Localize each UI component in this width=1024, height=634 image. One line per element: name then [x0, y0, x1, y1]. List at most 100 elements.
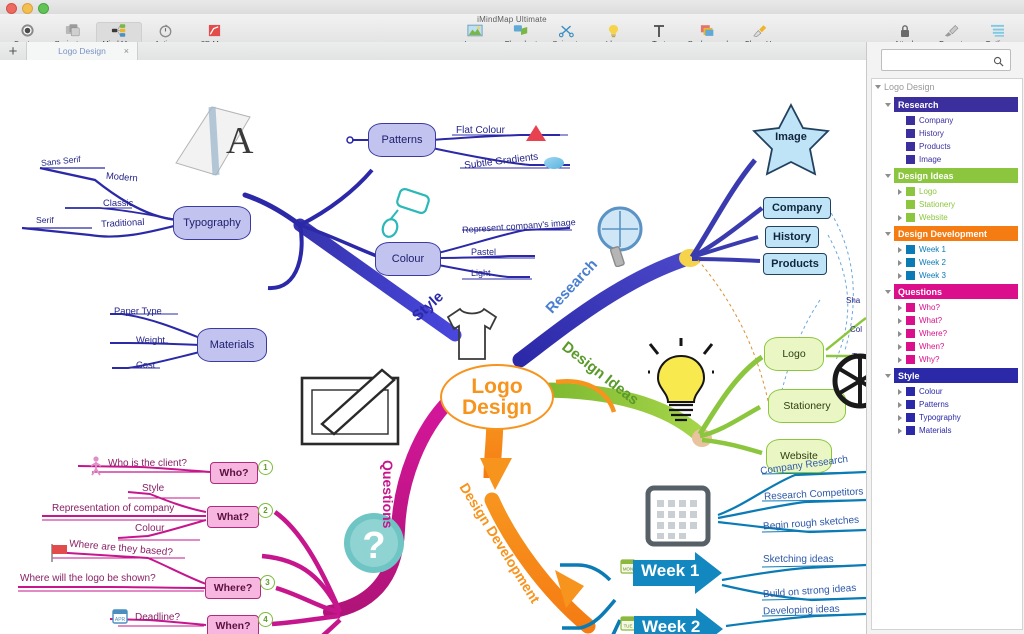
close-window-button[interactable] [6, 3, 17, 14]
outline-item-colour-swatch [906, 155, 915, 164]
outline-item-why[interactable]: Why? [872, 353, 1022, 366]
chevron-right-icon[interactable] [894, 330, 906, 337]
outline-item-who[interactable]: Who? [872, 301, 1022, 314]
outline-root-label: Logo Design [884, 82, 935, 92]
outline-item-colour-swatch [906, 187, 915, 196]
clean-up-brush-icon [752, 23, 768, 38]
chevron-down-icon[interactable] [882, 231, 894, 236]
node-label: Patterns [381, 134, 423, 146]
outline-item-week-2[interactable]: Week 2 [872, 256, 1022, 269]
mindmap-canvas[interactable]: A ? APR MON TUE Logo Design Style Resear… [0, 60, 866, 634]
chevron-down-icon[interactable] [882, 373, 894, 378]
outline-item-colour[interactable]: Colour [872, 385, 1022, 398]
chevron-right-icon[interactable] [894, 414, 906, 421]
new-tab-button[interactable]: + [0, 42, 27, 60]
node-what[interactable]: What? [207, 506, 259, 528]
background-icon [700, 23, 716, 38]
outline-item-materials[interactable]: Materials [872, 424, 1022, 437]
outline-item-logo[interactable]: Logo [872, 185, 1022, 198]
outline-item-what[interactable]: What? [872, 314, 1022, 327]
chevron-right-icon[interactable] [894, 388, 906, 395]
minimize-window-button[interactable] [22, 3, 33, 14]
search-input[interactable] [887, 54, 995, 66]
outline-item-label: Week 1 [919, 245, 946, 254]
outline-item-colour-swatch [906, 116, 915, 125]
outline-item-image[interactable]: Image [872, 153, 1022, 166]
badge-number-3: 3 [260, 575, 275, 590]
node-where[interactable]: Where? [205, 577, 261, 599]
outline-item-label: When? [919, 342, 945, 351]
chevron-right-icon[interactable] [894, 259, 906, 266]
outline-tree[interactable]: Logo Design Research Company History Produc… [871, 78, 1023, 630]
maximize-window-button[interactable] [38, 3, 49, 14]
close-icon[interactable]: × [124, 46, 129, 56]
node-label: Website [780, 450, 818, 462]
outline-group-row-style[interactable]: Style [872, 366, 1022, 385]
tab-logo-design[interactable]: Logo Design × [27, 42, 138, 60]
chevron-down-icon[interactable] [882, 289, 894, 294]
outline-item-week-3[interactable]: Week 3 [872, 269, 1022, 282]
central-node-logo-design[interactable]: Logo Design [440, 364, 554, 430]
outline-list-icon [990, 23, 1005, 38]
outline-group-banner[interactable]: Design Ideas [894, 168, 1018, 183]
outline-item-label: Typography [919, 413, 961, 422]
chevron-right-icon[interactable] [894, 343, 906, 350]
chevron-right-icon[interactable] [894, 317, 906, 324]
outline-item-colour-swatch [906, 387, 915, 396]
node-label: Who? [219, 467, 249, 479]
outline-item-week-1[interactable]: Week 1 [872, 243, 1022, 256]
chevron-right-icon[interactable] [894, 356, 906, 363]
chevron-right-icon[interactable] [894, 304, 906, 311]
outline-item-patterns[interactable]: Patterns [872, 398, 1022, 411]
outline-item-colour-swatch [906, 342, 915, 351]
outline-item-colour-swatch [906, 316, 915, 325]
chevron-down-icon[interactable] [882, 102, 894, 107]
outline-item-colour-swatch [906, 200, 915, 209]
node-company[interactable]: Company [763, 197, 831, 219]
node-products[interactable]: Products [763, 253, 827, 275]
outline-item-typography[interactable]: Typography [872, 411, 1022, 424]
outline-group-row-design-development[interactable]: Design Development [872, 224, 1022, 243]
flowchart-icon [513, 23, 529, 38]
outline-group-banner[interactable]: Research [894, 97, 1018, 112]
search-box[interactable] [881, 49, 1011, 71]
chevron-right-icon[interactable] [894, 401, 906, 408]
outline-group-row-questions[interactable]: Questions [872, 282, 1022, 301]
node-website[interactable]: Website [766, 439, 832, 473]
outline-item-when[interactable]: When? [872, 340, 1022, 353]
outline-item-stationery[interactable]: Stationery [872, 198, 1022, 211]
outline-item-website[interactable]: Website [872, 211, 1022, 224]
outline-item-colour-swatch [906, 303, 915, 312]
chevron-down-icon[interactable] [872, 85, 884, 89]
chevron-right-icon[interactable] [894, 272, 906, 279]
outline-group-row-design-ideas[interactable]: Design Ideas [872, 166, 1022, 185]
node-typography[interactable]: Typography [173, 206, 251, 240]
chevron-right-icon[interactable] [894, 427, 906, 434]
outline-group-banner[interactable]: Style [894, 368, 1018, 383]
node-who[interactable]: Who? [210, 462, 258, 484]
outline-item-where[interactable]: Where? [872, 327, 1022, 340]
outline-group-banner[interactable]: Questions [894, 284, 1018, 299]
window-controls[interactable] [6, 3, 49, 14]
node-history[interactable]: History [765, 226, 819, 248]
node-patterns[interactable]: Patterns [368, 123, 436, 157]
outline-item-products[interactable]: Products [872, 140, 1022, 153]
chevron-right-icon[interactable] [894, 214, 906, 221]
badge-number-2: 2 [258, 503, 273, 518]
outline-group-row-research[interactable]: Research [872, 95, 1022, 114]
node-materials[interactable]: Materials [197, 328, 267, 362]
node-logo[interactable]: Logo [764, 337, 824, 371]
chevron-right-icon[interactable] [894, 246, 906, 253]
chevron-right-icon[interactable] [894, 188, 906, 195]
node-stationery[interactable]: Stationery [768, 389, 846, 423]
chevron-down-icon[interactable] [882, 173, 894, 178]
outline-root-row[interactable]: Logo Design [872, 79, 1022, 95]
node-label: What? [216, 511, 250, 523]
paperclip-attach-icon [898, 23, 912, 38]
outline-item-company[interactable]: Company [872, 114, 1022, 127]
outline-item-history[interactable]: History [872, 127, 1022, 140]
node-colour[interactable]: Colour [375, 242, 441, 276]
outline-group-banner[interactable]: Design Development [894, 226, 1018, 241]
outline-item-label: Products [919, 142, 951, 151]
node-when[interactable]: When? [207, 615, 259, 634]
